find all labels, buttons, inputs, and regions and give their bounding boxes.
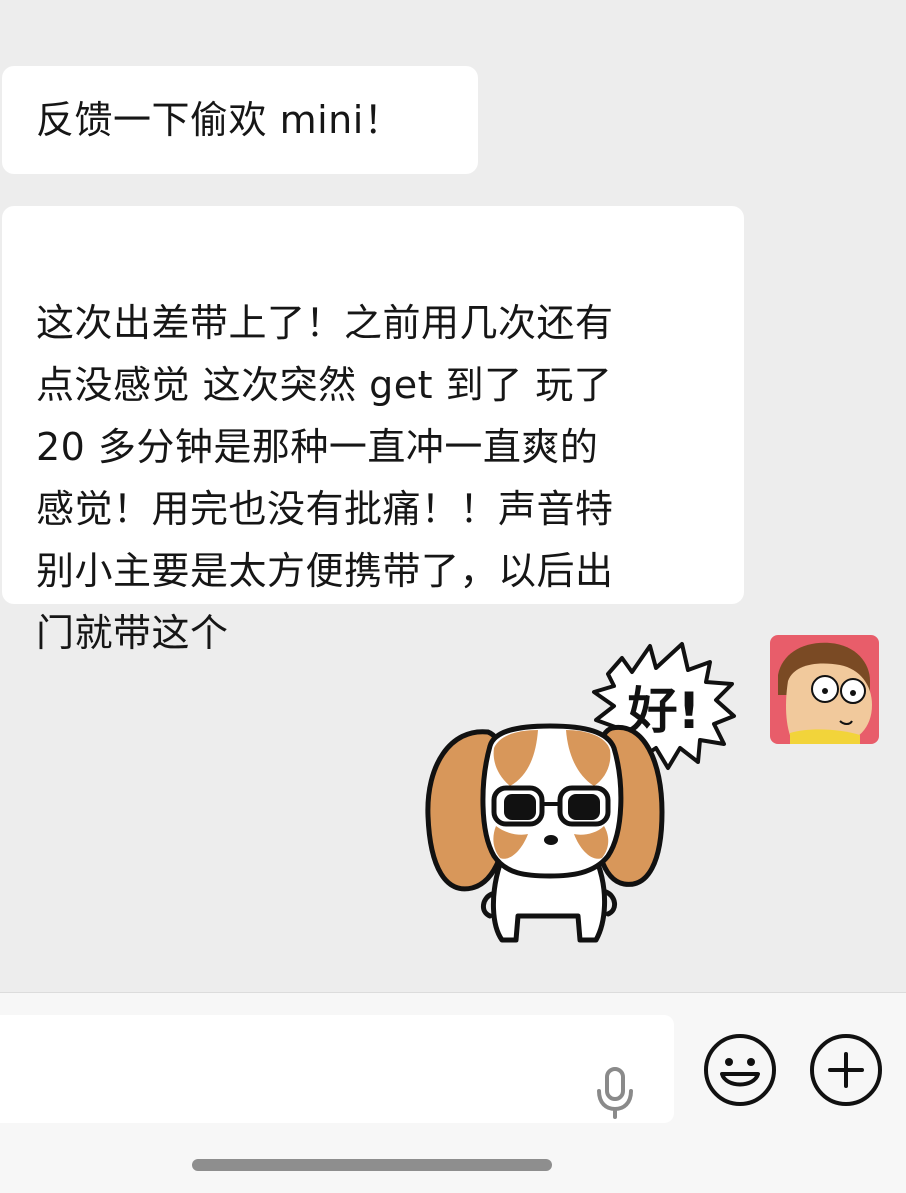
- message-bubble-1[interactable]: 反馈一下偷欢 mini！: [2, 66, 478, 174]
- message-text-1: 反馈一下偷欢 mini！: [36, 98, 403, 142]
- home-indicator[interactable]: [192, 1159, 552, 1171]
- dog-nose: [544, 835, 558, 845]
- message-text-2: 这次出差带上了！之前用几次还有 点没感觉 这次突然 get 到了 玩了 20 多…: [36, 301, 614, 655]
- smiley-icon[interactable]: [702, 1032, 778, 1108]
- cartoon-boy-avatar-icon: [770, 635, 879, 744]
- message-bubble-2[interactable]: 这次出差带上了！之前用几次还有 点没感觉 这次突然 get 到了 玩了 20 多…: [2, 206, 744, 655]
- message-input[interactable]: [0, 1015, 674, 1123]
- dog-sticker[interactable]: 好!: [410, 636, 760, 956]
- plus-icon[interactable]: [808, 1032, 884, 1108]
- microphone-icon[interactable]: [592, 1067, 638, 1119]
- chat-area: 反馈一下偷欢 mini！ 这次出差带上了！之前用几次还有 点没感觉 这次突然 g…: [0, 0, 906, 992]
- avatar[interactable]: [770, 635, 879, 744]
